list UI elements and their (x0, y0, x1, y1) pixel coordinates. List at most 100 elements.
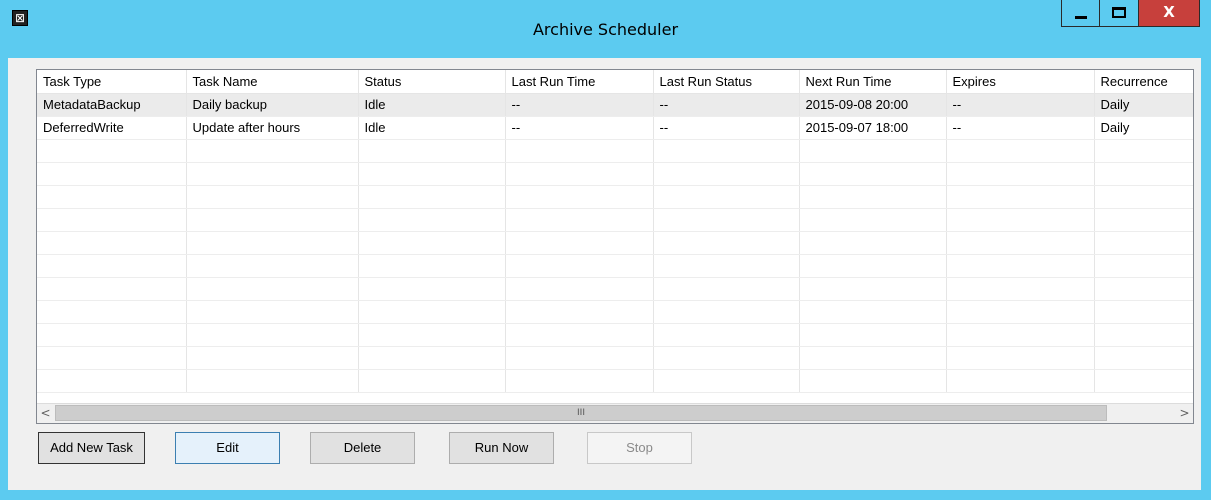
table-cell (37, 139, 187, 163)
table-cell (186, 231, 359, 255)
table-cell (1094, 162, 1193, 186)
table-cell (799, 185, 947, 209)
table-cell (358, 231, 506, 255)
table-cell (799, 254, 947, 278)
table-cell (1094, 277, 1193, 301)
table-cell (505, 208, 654, 232)
table-cell (505, 346, 654, 370)
column-header-next-run-time[interactable]: Next Run Time (799, 70, 947, 94)
table-cell (37, 277, 187, 301)
table-row[interactable]: MetadataBackup Daily backup Idle -- -- 2015-0… (37, 93, 1193, 117)
table-cell (505, 300, 654, 324)
empty-row (37, 208, 1193, 232)
column-header-task-type[interactable]: Task Type (37, 70, 187, 94)
maximize-icon (1112, 7, 1126, 18)
table-cell (37, 185, 187, 209)
table-cell (653, 208, 800, 232)
table-cell: Idle (358, 93, 506, 117)
column-header-last-run-status[interactable]: Last Run Status (653, 70, 800, 94)
task-list[interactable]: Task Type Task Name Status Last Run Time… (36, 69, 1194, 424)
table-cell (358, 162, 506, 186)
table-cell: Daily (1094, 93, 1193, 117)
stop-button: Stop (587, 432, 692, 464)
table-cell (653, 162, 800, 186)
table-cell: Daily (1094, 116, 1193, 140)
table-cell (1094, 139, 1193, 163)
horizontal-scrollbar[interactable]: < III > (37, 403, 1193, 423)
table-cell (505, 139, 654, 163)
table-cell (799, 231, 947, 255)
close-button[interactable]: X (1138, 0, 1200, 27)
client-area: Task Type Task Name Status Last Run Time… (8, 58, 1201, 490)
empty-row (37, 254, 1193, 278)
minimize-icon (1075, 16, 1087, 19)
table-cell (946, 323, 1095, 347)
table-cell: MetadataBackup (37, 93, 187, 117)
empty-row (37, 300, 1193, 324)
table-cell (505, 254, 654, 278)
table-cell (799, 346, 947, 370)
table-cell (946, 254, 1095, 278)
table-cell (799, 162, 947, 186)
table-cell (799, 300, 947, 324)
empty-row (37, 346, 1193, 370)
table-cell: -- (653, 116, 800, 140)
table-cell (186, 208, 359, 232)
table-cell (946, 162, 1095, 186)
empty-row (37, 185, 1193, 209)
table-cell (946, 139, 1095, 163)
table-cell (1094, 254, 1193, 278)
table-cell (186, 139, 359, 163)
table-cell: -- (505, 93, 654, 117)
table-cell (653, 277, 800, 301)
table-cell (653, 139, 800, 163)
table-cell: DeferredWrite (37, 116, 187, 140)
table-cell (358, 300, 506, 324)
table-cell (37, 346, 187, 370)
title-bar[interactable]: ⊠ Archive Scheduler X (0, 0, 1211, 58)
table-cell (653, 323, 800, 347)
table-cell (799, 208, 947, 232)
table-cell (186, 346, 359, 370)
table-cell (653, 346, 800, 370)
maximize-button[interactable] (1099, 0, 1139, 27)
minimize-button[interactable] (1061, 0, 1100, 27)
table-cell (1094, 208, 1193, 232)
scroll-right-icon[interactable]: > (1176, 404, 1193, 423)
table-cell (1094, 300, 1193, 324)
table-cell (186, 277, 359, 301)
archive-scheduler-window: ⊠ Archive Scheduler X Task Type Task Nam… (0, 0, 1211, 500)
add-new-task-button[interactable]: Add New Task (38, 432, 145, 464)
table-cell: 2015-09-07 18:00 (799, 116, 947, 140)
table-cell (186, 254, 359, 278)
column-header-task-name[interactable]: Task Name (186, 70, 359, 94)
run-now-button[interactable]: Run Now (449, 432, 554, 464)
table-cell (653, 300, 800, 324)
empty-row (37, 369, 1193, 393)
table-cell (358, 346, 506, 370)
table-cell (505, 185, 654, 209)
table-cell (37, 254, 187, 278)
table-cell (186, 323, 359, 347)
table-cell (37, 323, 187, 347)
header-row: Task Type Task Name Status Last Run Time… (37, 70, 1193, 94)
table-cell (1094, 231, 1193, 255)
edit-button[interactable]: Edit (175, 432, 280, 464)
table-row[interactable]: DeferredWrite Update after hours Idle -- -- 2… (37, 116, 1193, 140)
table-cell (505, 162, 654, 186)
column-header-recurrence[interactable]: Recurrence (1094, 70, 1193, 94)
table-cell (358, 323, 506, 347)
table-cell (799, 277, 947, 301)
table-cell: 2015-09-08 20:00 (799, 93, 947, 117)
column-header-status[interactable]: Status (358, 70, 506, 94)
table-cell (653, 231, 800, 255)
scrollbar-thumb[interactable]: III (55, 405, 1107, 421)
table-cell: Daily backup (186, 93, 359, 117)
table-cell (1094, 369, 1193, 393)
column-header-last-run-time[interactable]: Last Run Time (505, 70, 654, 94)
column-header-expires[interactable]: Expires (946, 70, 1095, 94)
table-cell: Update after hours (186, 116, 359, 140)
scroll-left-icon[interactable]: < (37, 404, 54, 423)
table-cell (653, 369, 800, 393)
delete-button[interactable]: Delete (310, 432, 415, 464)
